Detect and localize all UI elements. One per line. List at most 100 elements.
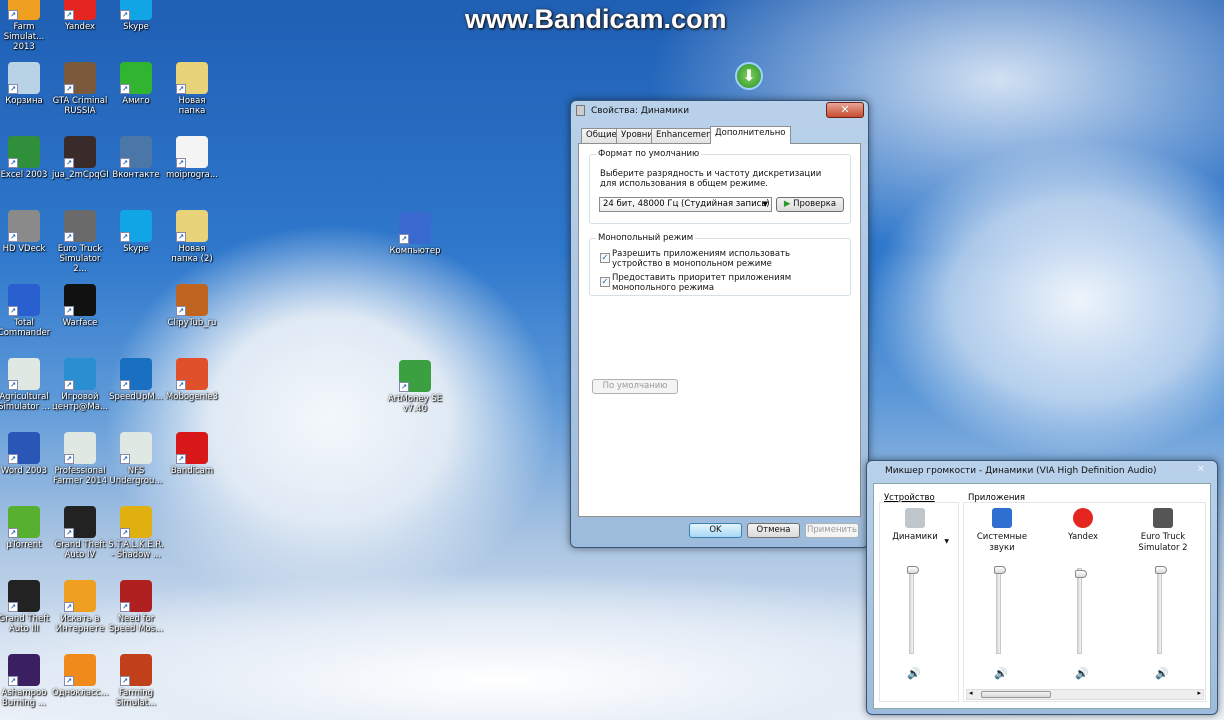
shortcut-arrow-icon: ↗ bbox=[176, 158, 186, 168]
desktop-shortcut[interactable]: ↗ Игровой центр@Ma... bbox=[52, 358, 108, 412]
shortcut-label: Mobogenie3 bbox=[165, 392, 219, 402]
desktop-shortcut[interactable]: ↗ Agricultural Simulator ... bbox=[0, 358, 52, 412]
desktop-shortcut[interactable]: ↗ Mobogenie3 bbox=[164, 358, 220, 402]
allow-exclusive-checkbox[interactable]: ✓ bbox=[600, 253, 610, 263]
shortcut-label: Корзина bbox=[5, 96, 43, 106]
shortcut-label: Word 2003 bbox=[0, 466, 48, 476]
desktop-shortcut[interactable]: ↗ SpeedUpM... bbox=[108, 358, 164, 402]
allow-exclusive-label[interactable]: Разрешить приложениям использовать устро… bbox=[612, 249, 842, 269]
tab-advanced[interactable]: Дополнительно bbox=[710, 126, 791, 144]
desktop-shortcut[interactable]: ↗ Новая папка bbox=[164, 62, 220, 116]
shortcut-label: Новая папка bbox=[178, 96, 206, 116]
desktop-shortcut[interactable]: ↗ Однокласс... bbox=[52, 654, 109, 698]
mixer-title-bar[interactable]: Микшер громкости - Динамики (VIA High De… bbox=[867, 461, 1217, 481]
volume-slider[interactable] bbox=[1157, 568, 1162, 654]
desktop-shortcut[interactable]: ↗ Total Commander bbox=[0, 284, 52, 338]
volume-slider-thumb[interactable] bbox=[1075, 570, 1087, 579]
mixer-title: Микшер громкости - Динамики (VIA High De… bbox=[885, 466, 1157, 476]
horizontal-scrollbar[interactable]: ◂ ▸ bbox=[966, 689, 1204, 700]
desktop-shortcut[interactable]: ↗ Bandicam bbox=[164, 432, 220, 476]
desktop-shortcut[interactable]: ↗ Need for Speed Mos... bbox=[108, 580, 164, 634]
total-commander-icon: ↗ bbox=[8, 284, 40, 316]
exclusive-priority-label[interactable]: Предоставить приоритет приложениям моноп… bbox=[612, 273, 842, 293]
chevron-down-icon: ▼ bbox=[762, 200, 768, 208]
shortcut-label: Амиго bbox=[122, 96, 150, 106]
volume-slider-thumb[interactable] bbox=[907, 566, 919, 574]
restore-defaults-button[interactable]: По умолчанию bbox=[592, 379, 678, 394]
yandex-icon bbox=[1073, 508, 1093, 528]
desktop-shortcut[interactable]: ↗ Farm Simulat... 2013 bbox=[0, 0, 52, 52]
format-description: Выберите разрядность и частоту дискретиз… bbox=[600, 169, 822, 189]
scroll-left-arrow[interactable]: ◂ bbox=[969, 689, 973, 697]
desktop-shortcut[interactable]: ↗ ClipyTub_ru bbox=[164, 284, 220, 328]
volume-slider-thumb[interactable] bbox=[1155, 566, 1167, 574]
mute-speaker-icon[interactable]: 🔊 bbox=[994, 667, 1008, 680]
mute-speaker-icon[interactable]: 🔊 bbox=[1075, 667, 1089, 680]
desktop-shortcut[interactable]: ↗ Grand Theft Auto IV bbox=[52, 506, 108, 560]
desktop-shortcut[interactable]: ↗ Ashampoo Burning ... bbox=[0, 654, 52, 708]
desktop-shortcut[interactable]: ↗ jua_2mCpqGI bbox=[52, 136, 109, 180]
shortcut-label: µTorrent bbox=[6, 540, 42, 550]
format-select-value: 24 бит, 48000 Гц (Студийная запись) bbox=[603, 199, 770, 209]
shortcut-label: Need for Speed Mos... bbox=[108, 614, 164, 634]
desktop-shortcut[interactable]: ↗ Professional Farmer 2014 bbox=[52, 432, 108, 486]
volume-slider[interactable] bbox=[996, 568, 1001, 654]
desktop-shortcut[interactable]: ↗ HD VDeck bbox=[0, 210, 52, 254]
mute-speaker-icon[interactable]: 🔊 bbox=[907, 667, 921, 680]
desktop-shortcut[interactable]: ↗ S.T.A.L.K.E.R. - Shadow ... bbox=[108, 506, 164, 560]
cancel-button[interactable]: Отмена bbox=[747, 523, 800, 538]
shortcut-label: jua_2mCpqGI bbox=[52, 170, 109, 180]
speaker-properties-dialog: Свойства: Динамики ✕ Общие Уровни Enhanc… bbox=[570, 100, 869, 548]
desktop-shortcut[interactable]: ↗ Word 2003 bbox=[0, 432, 52, 476]
scroll-right-arrow[interactable]: ▸ bbox=[1197, 689, 1201, 697]
folder-icon: ↗ bbox=[176, 210, 208, 242]
mute-speaker-icon[interactable]: 🔊 bbox=[1155, 667, 1169, 680]
shortcut-arrow-icon: ↗ bbox=[64, 454, 74, 464]
desktop-shortcut[interactable]: ↗ NFS Undergrou... bbox=[108, 432, 164, 486]
desktop-shortcut[interactable]: ↗ Компьютер bbox=[387, 212, 443, 256]
shortcut-label: NFS Undergrou... bbox=[109, 466, 163, 486]
desktop-shortcut[interactable]: ↗ Вконтакте bbox=[108, 136, 164, 180]
test-button[interactable]: ▶ Проверка bbox=[776, 197, 844, 212]
download-icon[interactable]: ⬇ bbox=[735, 62, 763, 90]
desktop-shortcut[interactable]: ↗ Искать в Интернете bbox=[52, 580, 108, 634]
desktop-shortcut[interactable]: ↗ moiprogra... bbox=[164, 136, 220, 180]
desktop-shortcut[interactable]: ↗ Skype bbox=[108, 0, 164, 32]
desktop-shortcut[interactable]: ↗ ArtMoney SE v7.40 bbox=[387, 360, 443, 414]
shortcut-arrow-icon: ↗ bbox=[8, 158, 18, 168]
scrollbar-thumb[interactable] bbox=[981, 691, 1051, 698]
desktop-shortcut[interactable]: ↗ Skype bbox=[108, 210, 164, 254]
channel-label[interactable]: Динамики bbox=[875, 532, 955, 543]
volume-slider-thumb[interactable] bbox=[994, 566, 1006, 574]
shortcut-arrow-icon: ↗ bbox=[120, 380, 130, 390]
exclusive-priority-checkbox[interactable]: ✓ bbox=[600, 277, 610, 287]
chevron-down-icon[interactable]: ▼ bbox=[944, 538, 949, 545]
desktop-shortcut[interactable]: ↗ Warface bbox=[52, 284, 108, 328]
desktop-shortcut[interactable]: ↗ Excel 2003 bbox=[0, 136, 52, 180]
desktop-shortcut[interactable]: ↗ GTA Criminal RUSSIA bbox=[52, 62, 108, 116]
desktop-shortcut[interactable]: ↗ Euro Truck Simulator 2... bbox=[52, 210, 108, 274]
bandicam-icon: ↗ bbox=[176, 432, 208, 464]
shortcut-arrow-icon: ↗ bbox=[8, 602, 18, 612]
farm-simulator-icon: ↗ bbox=[8, 0, 40, 20]
close-icon[interactable]: ✕ bbox=[1197, 464, 1205, 475]
desktop-shortcut[interactable]: ↗ Корзина bbox=[0, 62, 52, 106]
desktop-shortcut[interactable]: ↗ Farming Simulat... bbox=[108, 654, 164, 708]
shortcut-arrow-icon: ↗ bbox=[399, 234, 409, 244]
close-button[interactable]: ✕ bbox=[826, 102, 864, 118]
shortcut-arrow-icon: ↗ bbox=[64, 10, 74, 20]
ok-button[interactable]: OK bbox=[689, 523, 742, 538]
shortcut-arrow-icon: ↗ bbox=[399, 382, 409, 392]
desktop-shortcut[interactable]: ↗ Новая папка (2) bbox=[164, 210, 220, 264]
desktop-shortcut[interactable]: ↗ µTorrent bbox=[0, 506, 52, 550]
volume-slider[interactable] bbox=[909, 568, 914, 654]
artmoney-icon: ↗ bbox=[399, 360, 431, 392]
title-bar[interactable]: Свойства: Динамики ✕ bbox=[571, 101, 868, 121]
desktop-shortcut[interactable]: ↗ Yandex bbox=[52, 0, 108, 32]
excel-icon: ↗ bbox=[8, 136, 40, 168]
desktop-shortcut[interactable]: ↗ Grand Theft Auto III bbox=[0, 580, 52, 634]
volume-slider[interactable] bbox=[1077, 568, 1082, 654]
format-select[interactable]: 24 бит, 48000 Гц (Студийная запись) ▼ bbox=[599, 197, 772, 212]
apply-button[interactable]: Применить bbox=[805, 523, 859, 538]
desktop-shortcut[interactable]: ↗ Амиго bbox=[108, 62, 164, 106]
